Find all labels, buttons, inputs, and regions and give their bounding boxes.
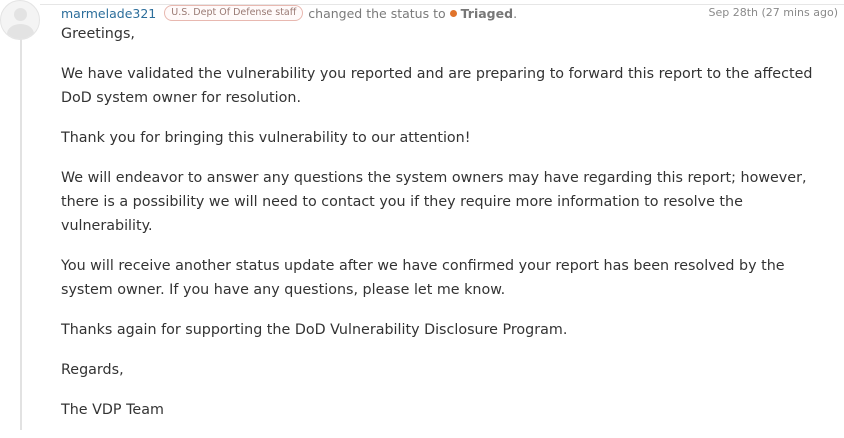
activity-header: marmelade321 U.S. Dept Of Defense staff … [61, 4, 517, 22]
comment-paragraph: Regards, [61, 362, 124, 378]
username-link[interactable]: marmelade321 [61, 6, 156, 21]
staff-badge: U.S. Dept Of Defense staff [164, 5, 304, 21]
activity-action-text: changed the status to [308, 5, 446, 21]
user-avatar[interactable] [0, 0, 40, 40]
status-suffix: . [513, 5, 518, 21]
status-dot-icon [449, 9, 457, 17]
comment-body: Greetings, We have validated the vulnera… [61, 22, 836, 438]
comment-paragraph: You will receive another status update a… [61, 258, 785, 298]
comment-paragraph: Thank you for bringing this vulnerabilit… [61, 130, 471, 146]
comment-paragraph: The VDP Team [61, 402, 164, 418]
avatar-placeholder-icon [14, 8, 27, 21]
comment-paragraph: Greetings, [61, 26, 135, 42]
timeline-connector [20, 36, 22, 430]
status-label: Triaged [460, 5, 514, 21]
comment-paragraph: Thanks again for supporting the DoD Vuln… [61, 322, 568, 338]
comment-paragraph: We have validated the vulnerability you … [61, 66, 813, 106]
comment-paragraph: We will endeavor to answer any questions… [61, 170, 807, 234]
activity-timestamp[interactable]: Sep 28th (27 mins ago) [708, 4, 838, 22]
